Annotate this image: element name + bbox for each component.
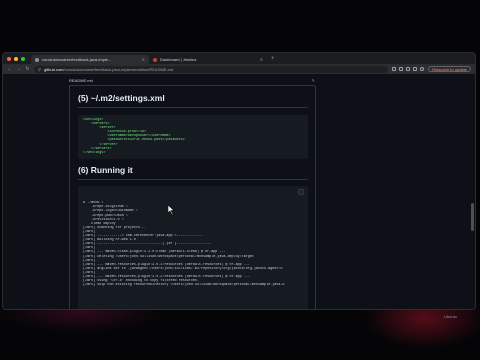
code-line: [INFO] argLine set to -javaagent:/Users/… <box>83 266 283 271</box>
scrollbar-thumb[interactable] <box>471 203 474 231</box>
scrollbar[interactable] <box>470 74 475 309</box>
pencil-icon[interactable]: ✎ <box>312 78 315 83</box>
extensions-icon[interactable] <box>399 67 404 71</box>
github-favicon-icon <box>35 57 39 62</box>
sidepanel-icon[interactable] <box>413 67 418 71</box>
back-arrow-icon[interactable]: ← <box>7 66 12 72</box>
copy-icon[interactable] <box>298 189 304 195</box>
settings-xml-code-block: <settings> <servers> <server> <id>nexus-… <box>78 115 308 159</box>
bookmark-star-icon[interactable] <box>392 67 397 71</box>
browser-window: conclusioncareerfeedback-java-imple... ✕… <box>2 52 476 310</box>
window-controls <box>7 56 25 61</box>
downloads-icon[interactable] <box>406 67 411 71</box>
close-tab-icon[interactable]: ✕ <box>260 57 263 62</box>
page-content: README.md ✎ (5) ~/.m2/settings.xml <sett… <box>3 74 475 309</box>
profile-avatar-icon[interactable] <box>420 67 425 71</box>
toolbar-icons <box>392 67 425 71</box>
url-path: /conclusioncareerfeedback-java-implement… <box>63 66 174 72</box>
code-line: </settings> <box>83 150 106 155</box>
code-line: [INFO] skip non existing resourceDirecto… <box>83 283 285 288</box>
new-tab-button[interactable]: + <box>271 56 275 62</box>
site-info-icon[interactable]: ⚲ <box>38 67 41 72</box>
tab-label: conclusioncareerfeedback-java-imple... <box>42 57 112 62</box>
relaunch-button[interactable]: Relaunch to update <box>428 66 471 72</box>
mouse-pointer-icon <box>168 205 175 215</box>
jenkins-favicon-icon <box>153 57 157 62</box>
heading-rule <box>78 107 308 108</box>
reload-icon[interactable]: ↻ <box>25 66 30 72</box>
toolbar: ← → ↻ ⚲ github.com /conclusioncareerfeed… <box>3 64 475 74</box>
taskbar-label: Ubuntu <box>444 314 457 319</box>
tab-github-readme[interactable]: conclusioncareerfeedback-java-imple... ✕ <box>31 55 149 64</box>
file-header: README.md ✎ <box>69 76 315 84</box>
header-divider <box>69 85 315 86</box>
close-window-button[interactable] <box>7 56 11 61</box>
close-tab-icon[interactable]: ✕ <box>142 57 145 62</box>
section-heading-running-it: (6) Running it <box>78 165 133 175</box>
file-border-left <box>69 86 70 309</box>
minimize-window-button[interactable] <box>14 56 18 61</box>
forward-arrow-icon[interactable]: → <box>16 66 21 72</box>
tab-jenkins[interactable]: Dashboard | Jenkins ✕ <box>149 55 267 64</box>
section-heading-settings-xml: (5) ~/.m2/settings.xml <box>78 93 165 103</box>
address-bar[interactable]: ⚲ github.com /conclusioncareerfeedback-j… <box>34 65 389 73</box>
tab-strip: conclusioncareerfeedback-java-imple... ✕… <box>3 53 475 64</box>
file-border-right <box>315 86 316 309</box>
file-name: README.md <box>69 77 93 83</box>
url-host: github.com <box>43 66 64 72</box>
maximize-window-button[interactable] <box>21 56 25 61</box>
heading-rule <box>78 179 308 180</box>
run-log-code-block: $ ./mvnw \ -Drepo.id=github \ -Drepo.log… <box>78 186 308 309</box>
tab-label: Dashboard | Jenkins <box>160 57 197 62</box>
